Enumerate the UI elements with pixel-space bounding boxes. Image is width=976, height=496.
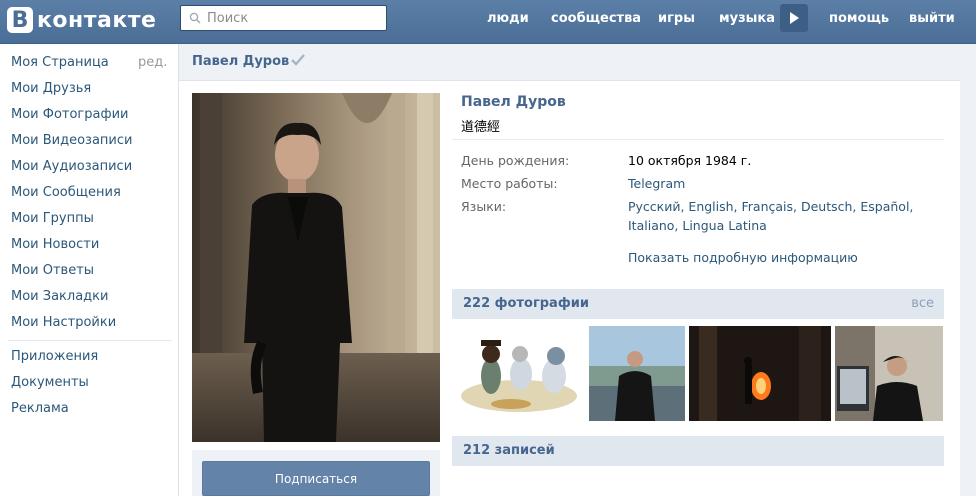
profile-photo[interactable] <box>192 93 440 442</box>
workplace-label: Место работы: <box>461 176 558 191</box>
languages-value-line1[interactable]: Русский, English, Français, Deutsch, Esp… <box>628 197 913 216</box>
nav-help[interactable]: помощь <box>829 11 889 26</box>
photo-thumb[interactable] <box>456 326 582 421</box>
menu-divider <box>8 340 172 341</box>
page-title: Павел Дуров <box>192 54 290 69</box>
birthday-label: День рождения: <box>461 153 570 168</box>
menu-my-videos[interactable]: Мои Видеозаписи <box>11 133 132 148</box>
wall-section-header[interactable]: 212 записей <box>452 436 944 466</box>
menu-my-answers[interactable]: Мои Ответы <box>11 263 94 278</box>
photo-thumb-image <box>456 326 582 421</box>
music-play-button[interactable] <box>780 4 808 32</box>
photo-thumb-image <box>589 326 685 421</box>
photo-thumb[interactable] <box>689 326 831 421</box>
menu-my-friends[interactable]: Мои Друзья <box>11 81 91 96</box>
languages-label: Языки: <box>461 199 507 214</box>
menu-my-bookmarks[interactable]: Мои Закладки <box>11 289 108 304</box>
photos-section-header[interactable]: 222 фотографии все <box>452 289 944 319</box>
info-divider <box>452 139 944 140</box>
search-input[interactable] <box>205 9 379 27</box>
logo-text: контакте <box>37 7 157 33</box>
menu-my-messages[interactable]: Мои Сообщения <box>11 185 121 200</box>
languages-value-line2[interactable]: Italiano, Lingua Latina <box>628 216 767 235</box>
photo-thumb[interactable] <box>835 326 943 421</box>
photos-all-link[interactable]: все <box>911 296 934 311</box>
nav-people[interactable]: люди <box>487 11 529 26</box>
menu-my-audio[interactable]: Мои Аудиозаписи <box>11 159 132 174</box>
photo-thumb-image <box>835 326 943 421</box>
photo-thumb[interactable] <box>589 326 685 421</box>
profile-name: Павел Дуров <box>461 94 566 110</box>
nav-logout[interactable]: выйти <box>909 11 955 26</box>
menu-my-news[interactable]: Мои Новости <box>11 237 99 252</box>
menu-ads[interactable]: Реклама <box>11 401 69 416</box>
profile-photo-image <box>192 93 440 442</box>
profile-status[interactable]: 道德經 <box>461 116 500 135</box>
search-box[interactable] <box>180 5 387 31</box>
profile-header-strip: Павел Дуров <box>179 44 960 81</box>
birthday-value[interactable]: 10 октября 1984 г. <box>628 151 751 170</box>
nav-games[interactable]: игры <box>658 11 695 26</box>
menu-apps[interactable]: Приложения <box>11 349 98 364</box>
vk-logo[interactable]: В контакте <box>7 6 156 34</box>
menu-my-settings[interactable]: Мои Настройки <box>11 315 116 330</box>
show-more-info-link[interactable]: Показать подробную информацию <box>628 250 858 265</box>
menu-documents[interactable]: Документы <box>11 375 89 390</box>
menu-edit-link[interactable]: ред. <box>138 55 167 70</box>
menu-my-photos[interactable]: Мои Фотографии <box>11 107 128 122</box>
nav-music[interactable]: музыка <box>719 11 775 26</box>
verified-check-icon <box>291 54 305 66</box>
workplace-value[interactable]: Telegram <box>628 174 685 193</box>
nav-communities[interactable]: сообщества <box>551 11 641 26</box>
search-icon <box>189 12 201 24</box>
play-icon <box>790 12 799 24</box>
logo-mark: В <box>7 7 33 33</box>
photo-thumb-image <box>689 326 831 421</box>
wall-count[interactable]: 212 записей <box>463 443 555 458</box>
subscribe-button[interactable]: Подписаться <box>202 461 430 496</box>
right-gutter <box>960 44 976 496</box>
menu-my-page[interactable]: Моя Страница <box>11 55 109 70</box>
menu-my-groups[interactable]: Мои Группы <box>11 211 94 226</box>
left-menu: Моя Страница ред. Мои Друзья Мои Фотогра… <box>0 44 178 496</box>
photos-count[interactable]: 222 фотографии <box>463 296 589 311</box>
top-bar: В контакте люди сообщества игры музыка п… <box>0 0 976 44</box>
